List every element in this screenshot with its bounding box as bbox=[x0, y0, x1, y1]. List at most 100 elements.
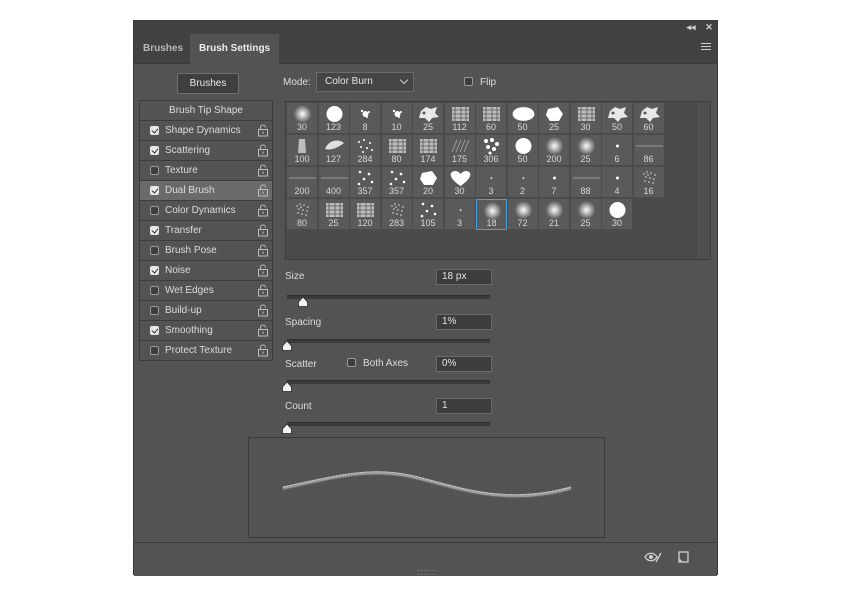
brush-tip[interactable]: 50 bbox=[602, 103, 633, 134]
brush-tip[interactable]: 6 bbox=[602, 135, 633, 166]
scatter-slider[interactable] bbox=[282, 380, 490, 392]
brush-tip[interactable]: 400 bbox=[318, 167, 350, 198]
brush-tip[interactable]: 30 bbox=[444, 167, 476, 198]
mode-select[interactable]: Color Burn bbox=[316, 72, 414, 92]
brush-tip[interactable]: 3 bbox=[444, 199, 476, 230]
brush-tip[interactable]: 112 bbox=[444, 103, 476, 134]
dual-brush-checkbox[interactable] bbox=[150, 186, 159, 195]
tab-brushes[interactable]: Brushes bbox=[134, 34, 192, 64]
sidebar-item-texture[interactable]: Texture bbox=[140, 161, 272, 181]
brush-tip[interactable]: 30 bbox=[602, 199, 633, 230]
protect-texture-checkbox[interactable] bbox=[150, 346, 159, 355]
brush-tip[interactable]: 88 bbox=[570, 167, 602, 198]
lock-icon[interactable] bbox=[257, 184, 269, 197]
smoothing-checkbox[interactable] bbox=[150, 326, 159, 335]
brush-tip[interactable]: 127 bbox=[318, 135, 350, 166]
spacing-field[interactable]: 1% bbox=[436, 314, 492, 330]
scatter-slider-thumb[interactable] bbox=[282, 381, 292, 392]
brush-tip[interactable]: 25 bbox=[570, 199, 602, 230]
new-brush-icon[interactable] bbox=[675, 550, 693, 564]
lock-icon[interactable] bbox=[257, 144, 269, 157]
brush-tip[interactable]: 284 bbox=[350, 135, 381, 166]
brush-tip[interactable]: 100 bbox=[287, 135, 318, 166]
brush-tip-selected[interactable]: 18 bbox=[476, 199, 507, 230]
grid-scrollbar[interactable] bbox=[696, 102, 710, 259]
brush-tip[interactable]: 72 bbox=[507, 199, 539, 230]
brush-tip[interactable]: 200 bbox=[287, 167, 318, 198]
brush-tip[interactable]: 306 bbox=[476, 135, 507, 166]
sidebar-item-scattering[interactable]: Scattering bbox=[140, 141, 272, 161]
brush-tip[interactable]: 30 bbox=[570, 103, 602, 134]
panel-menu-icon[interactable] bbox=[701, 43, 711, 52]
wet-edges-checkbox[interactable] bbox=[150, 286, 159, 295]
sidebar-item-wet-edges[interactable]: Wet Edges bbox=[140, 281, 272, 301]
size-field[interactable]: 18 px bbox=[436, 269, 492, 285]
texture-checkbox[interactable] bbox=[150, 166, 159, 175]
brush-tip[interactable]: 175 bbox=[444, 135, 476, 166]
count-slider-thumb[interactable] bbox=[282, 423, 292, 434]
lock-icon[interactable] bbox=[257, 344, 269, 357]
brush-tip[interactable]: 25 bbox=[539, 103, 570, 134]
sidebar-item-transfer[interactable]: Transfer bbox=[140, 221, 272, 241]
lock-icon[interactable] bbox=[257, 204, 269, 217]
brush-tip[interactable]: 50 bbox=[507, 135, 539, 166]
brush-tip[interactable]: 3 bbox=[476, 167, 507, 198]
brush-tip[interactable]: 21 bbox=[539, 199, 570, 230]
brush-tip[interactable]: 105 bbox=[413, 199, 444, 230]
color-dynamics-checkbox[interactable] bbox=[150, 206, 159, 215]
spacing-slider-thumb[interactable] bbox=[282, 340, 292, 351]
scatter-field[interactable]: 0% bbox=[436, 356, 492, 372]
brush-tip[interactable]: 80 bbox=[381, 135, 413, 166]
lock-icon[interactable] bbox=[257, 304, 269, 317]
lock-icon[interactable] bbox=[257, 164, 269, 177]
sidebar-item-build-up[interactable]: Build-up bbox=[140, 301, 272, 321]
tab-brush-settings[interactable]: Brush Settings bbox=[190, 34, 280, 65]
size-slider[interactable] bbox=[287, 295, 490, 307]
sidebar-item-smoothing[interactable]: Smoothing bbox=[140, 321, 272, 341]
lock-icon[interactable] bbox=[257, 244, 269, 257]
sidebar-item-protect-texture[interactable]: Protect Texture bbox=[140, 341, 272, 361]
brush-tip[interactable]: 20 bbox=[413, 167, 444, 198]
resize-grip[interactable] bbox=[417, 570, 437, 575]
flip-checkbox[interactable] bbox=[464, 77, 473, 86]
noise-checkbox[interactable] bbox=[150, 266, 159, 275]
brush-tip[interactable]: 2 bbox=[507, 167, 539, 198]
brush-tip[interactable]: 30 bbox=[287, 103, 318, 134]
sidebar-item-noise[interactable]: Noise bbox=[140, 261, 272, 281]
count-field[interactable]: 1 bbox=[436, 398, 492, 414]
brush-tip[interactable]: 80 bbox=[287, 199, 318, 230]
sidebar-item-brush-tip-shape[interactable]: Brush Tip Shape bbox=[140, 101, 272, 121]
brush-tip[interactable]: 200 bbox=[539, 135, 570, 166]
brush-tip[interactable]: 25 bbox=[570, 135, 602, 166]
brush-tip[interactable]: 25 bbox=[413, 103, 444, 134]
brush-tip[interactable]: 283 bbox=[381, 199, 413, 230]
count-slider[interactable] bbox=[282, 422, 490, 434]
sidebar-item-brush-pose[interactable]: Brush Pose bbox=[140, 241, 272, 261]
lock-icon[interactable] bbox=[257, 324, 269, 337]
brush-tip[interactable]: 7 bbox=[539, 167, 570, 198]
close-icon[interactable]: ✕ bbox=[702, 21, 716, 34]
collapse-icon[interactable]: ◂◂ bbox=[684, 21, 698, 34]
brush-pose-checkbox[interactable] bbox=[150, 246, 159, 255]
brush-tip[interactable]: 60 bbox=[476, 103, 507, 134]
brush-tip[interactable]: 50 bbox=[507, 103, 539, 134]
lock-icon[interactable] bbox=[257, 224, 269, 237]
sidebar-item-dual-brush[interactable]: Dual Brush bbox=[140, 181, 272, 201]
lock-icon[interactable] bbox=[257, 284, 269, 297]
brush-tip[interactable]: 120 bbox=[350, 199, 381, 230]
sidebar-item-color-dynamics[interactable]: Color Dynamics bbox=[140, 201, 272, 221]
sidebar-item-shape-dynamics[interactable]: Shape Dynamics bbox=[140, 121, 272, 141]
brush-tip[interactable]: 10 bbox=[381, 103, 413, 134]
brush-tip[interactable]: 357 bbox=[350, 167, 381, 198]
lock-icon[interactable] bbox=[257, 124, 269, 137]
brush-tip[interactable]: 123 bbox=[318, 103, 350, 134]
transfer-checkbox[interactable] bbox=[150, 226, 159, 235]
brush-tip[interactable]: 60 bbox=[633, 103, 665, 134]
eye-brush-icon[interactable] bbox=[644, 550, 662, 564]
scattering-checkbox[interactable] bbox=[150, 146, 159, 155]
size-slider-thumb[interactable] bbox=[298, 296, 309, 307]
brush-tip[interactable]: 4 bbox=[602, 167, 633, 198]
shape-dynamics-checkbox[interactable] bbox=[150, 126, 159, 135]
brush-tip[interactable]: 25 bbox=[318, 199, 350, 230]
build-up-checkbox[interactable] bbox=[150, 306, 159, 315]
